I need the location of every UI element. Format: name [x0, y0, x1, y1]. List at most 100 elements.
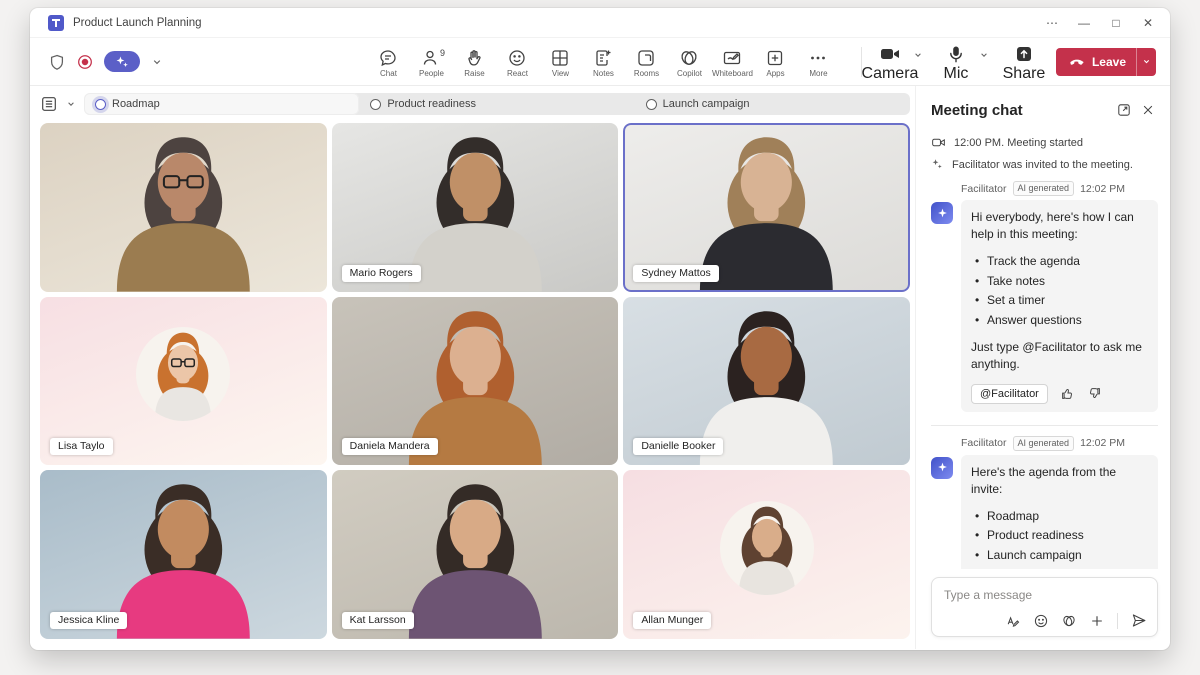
radio-icon	[646, 99, 657, 110]
react-button[interactable]: React	[498, 45, 537, 78]
window-title: Product Launch Planning	[73, 17, 1036, 29]
agenda-item-label: Roadmap	[112, 98, 160, 110]
whiteboard-label: Whiteboard	[712, 69, 753, 78]
facilitator-avatar	[931, 457, 953, 479]
copilot-icon[interactable]	[1061, 613, 1077, 629]
meeting-toolbar: Chat 9 People Raise React View Notes	[30, 38, 1170, 86]
emoji-icon[interactable]	[1033, 613, 1049, 629]
copilot-pill-button[interactable]	[104, 51, 140, 72]
camera-chevron-icon[interactable]	[912, 49, 924, 61]
video-tile[interactable]: Lisa Taylo	[40, 297, 327, 466]
raise-hand-button[interactable]: Raise	[455, 45, 494, 78]
notes-button[interactable]: Notes	[584, 45, 623, 78]
window-close-button[interactable]: ✕	[1132, 11, 1164, 35]
agenda-chevron-icon[interactable]	[65, 98, 77, 110]
facilitator-avatar	[931, 202, 953, 224]
leave-chevron[interactable]	[1136, 48, 1156, 76]
message-actions: @Facilitator	[971, 384, 1148, 404]
at-facilitator-button[interactable]: @Facilitator	[971, 384, 1048, 404]
shield-icon[interactable]	[48, 53, 66, 71]
people-button[interactable]: 9 People	[412, 45, 451, 78]
format-icon[interactable]	[1005, 613, 1021, 629]
people-count-badge: 9	[440, 48, 445, 58]
chat-title: Meeting chat	[931, 102, 1112, 119]
leave-button-main[interactable]: Leave	[1056, 55, 1136, 69]
chat-button[interactable]: Chat	[369, 45, 408, 78]
copilot-button[interactable]: Copilot	[670, 45, 709, 78]
apps-button[interactable]: Apps	[756, 45, 795, 78]
share-button[interactable]: Share	[1004, 41, 1044, 83]
view-button[interactable]: View	[541, 45, 580, 78]
title-bar: Product Launch Planning ⋯ — □ ✕	[30, 8, 1170, 38]
message-text: Here's the agenda from the invite:	[971, 464, 1148, 498]
agenda-item-product-readiness[interactable]: Product readiness	[359, 93, 634, 115]
agenda-item-launch-campaign[interactable]: Launch campaign	[635, 93, 910, 115]
view-icon	[550, 48, 570, 68]
message-bullet-list: Track the agenda Take notes Set a timer …	[975, 253, 1148, 329]
chat-message-list[interactable]: 12:00 PM. Meeting started Facilitator wa…	[916, 127, 1170, 569]
window-more-button[interactable]: ⋯	[1036, 11, 1068, 35]
camera-icon	[931, 136, 946, 149]
bullet-item: Roadmap	[975, 508, 1148, 525]
react-icon	[507, 48, 527, 68]
agenda-item-roadmap[interactable]: Roadmap	[84, 93, 359, 115]
thumbs-up-icon	[1060, 386, 1075, 401]
message-compose-box[interactable]	[931, 577, 1158, 637]
participant-name-tag: Allan Munger	[633, 612, 711, 629]
teams-logo-icon	[48, 15, 64, 31]
mic-chevron-icon[interactable]	[978, 49, 990, 61]
video-tile[interactable]: Mario Rogers	[332, 123, 619, 292]
more-button[interactable]: More	[799, 45, 838, 78]
close-chat-button[interactable]	[1136, 99, 1160, 121]
hangup-icon	[1068, 55, 1086, 69]
agenda-item-label: Launch campaign	[663, 98, 750, 110]
message-bubble: Hi everybody, here's how I can help in t…	[961, 200, 1158, 412]
rooms-button[interactable]: Rooms	[627, 45, 666, 78]
sparkle-icon	[114, 55, 130, 69]
agenda-row: Roadmap Product readiness Launch campaig…	[40, 93, 910, 115]
camera-button[interactable]: Camera	[870, 41, 910, 83]
video-tile[interactable]: Sydney Mattos	[623, 123, 910, 292]
chevron-down-icon[interactable]	[150, 55, 164, 69]
meeting-chat-panel: Meeting chat 12:00 PM. Meeting started F…	[915, 86, 1170, 649]
copilot-icon	[679, 48, 699, 68]
send-icon[interactable]	[1130, 612, 1147, 629]
video-tile[interactable]: Danielle Booker	[623, 297, 910, 466]
facilitator-sparkle-icon	[936, 461, 949, 474]
bullet-item: Product readiness	[975, 527, 1148, 544]
agenda-list-icon[interactable]	[40, 95, 58, 113]
copilot-label: Copilot	[677, 69, 702, 78]
video-tile[interactable]: Allan Munger	[623, 470, 910, 639]
popout-chat-button[interactable]	[1112, 99, 1136, 121]
chat-message: Hi everybody, here's how I can help in t…	[931, 200, 1158, 412]
leave-button[interactable]: Leave	[1056, 48, 1156, 76]
video-tile[interactable]: Jessica Kline	[40, 470, 327, 639]
mic-button[interactable]: Mic	[936, 41, 976, 83]
agenda-bar: Roadmap Product readiness Launch campaig…	[84, 93, 910, 115]
thumbs-down-button[interactable]	[1087, 386, 1102, 401]
message-text: Hi everybody, here's how I can help in t…	[971, 209, 1148, 243]
participant-name-tag: Daniela Mandera	[342, 438, 438, 455]
bullet-item: Launch campaign	[975, 547, 1148, 564]
sender-name: Facilitator	[961, 437, 1007, 449]
attach-plus-icon[interactable]	[1089, 613, 1105, 629]
thumbs-up-button[interactable]	[1060, 386, 1075, 401]
rooms-label: Rooms	[634, 69, 659, 78]
sparkle-icon	[931, 158, 944, 171]
view-label: View	[552, 69, 569, 78]
agenda-item-label: Product readiness	[387, 98, 476, 110]
record-icon[interactable]	[76, 53, 94, 71]
raise-label: Raise	[464, 69, 484, 78]
window-maximize-button[interactable]: □	[1100, 11, 1132, 35]
video-tile[interactable]: Kat Larsson	[332, 470, 619, 639]
video-tile[interactable]	[40, 123, 327, 292]
whiteboard-button[interactable]: Whiteboard	[713, 45, 752, 78]
window-minimize-button[interactable]: —	[1068, 11, 1100, 35]
video-tile[interactable]: Daniela Mandera	[332, 297, 619, 466]
camera-icon	[879, 44, 901, 64]
notes-icon	[593, 48, 613, 68]
message-input[interactable]	[944, 588, 1149, 602]
rooms-icon	[636, 48, 656, 68]
react-label: React	[507, 69, 528, 78]
event-text: 12:00 PM. Meeting started	[954, 137, 1083, 149]
